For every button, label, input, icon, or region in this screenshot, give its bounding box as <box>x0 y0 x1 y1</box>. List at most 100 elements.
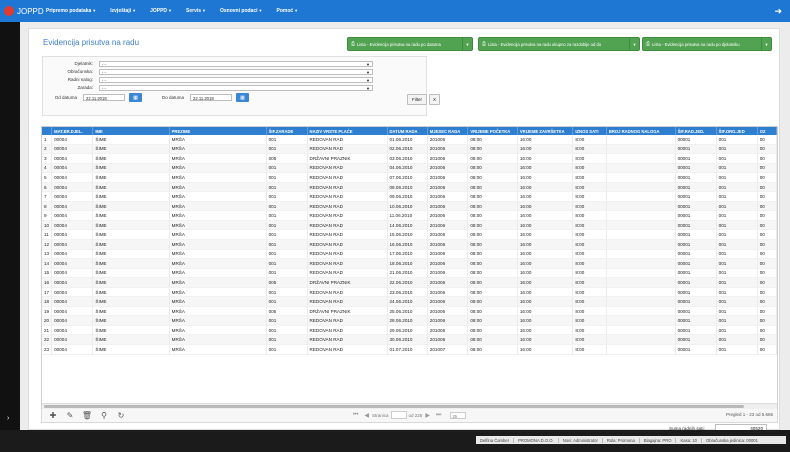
status-info-strip: Delfina Čamber PROMONA D.O.O. Novi: Admi… <box>476 436 786 444</box>
table-row[interactable]: 23 00004 ŠIME MRŠA 001 REDOVAN RAD 01.07.2010 2… <box>42 344 777 355</box>
grid-header-cell[interactable]: OZ <box>757 127 777 135</box>
table-row[interactable]: 15 00004 ŠIME MRŠA 001 REDOVAN RAD 21.06.2010 2… <box>42 268 777 279</box>
top-navbar: JOPPD Pripremo podataka▼ Izvještaji▼ JOP… <box>0 0 790 22</box>
table-cell: 00001 <box>675 239 717 250</box>
caret-down-icon[interactable]: ▼ <box>629 38 639 50</box>
scrollbar-thumb[interactable] <box>44 405 744 408</box>
menu-item-joppd[interactable]: JOPPD▼ <box>150 8 172 14</box>
table-cell: 001 <box>716 220 758 231</box>
table-cell <box>606 296 676 307</box>
table-cell: ŠIME <box>92 229 170 240</box>
grid-header-cell[interactable]: PREZIME <box>169 127 267 135</box>
table-row[interactable]: 2 00004 ŠIME MRŠA 001 REDOVAN RAD 02.06.2010 20… <box>42 144 777 155</box>
table-row[interactable]: 9 00004 ŠIME MRŠA 001 REDOVAN RAD 11.06.2010 20… <box>42 210 777 221</box>
refresh-icon[interactable]: ↻ <box>115 410 127 421</box>
table-cell: 201006 <box>427 163 469 174</box>
report-by-date-button[interactable]: ⎙ Lista - Evidencija prisutva na radu po… <box>347 37 473 51</box>
do-datuma-input[interactable]: 22.11.2018 <box>190 94 232 101</box>
table-row[interactable]: 19 00004 ŠIME MRŠA 005 DRŽAVNI PRAZNIK 25.06.2… <box>42 306 777 317</box>
first-page-icon[interactable]: ⏮ <box>353 412 358 419</box>
od-datuma-input[interactable]: 22.11.2018 <box>83 94 125 101</box>
radni-nalog-select[interactable]: - - ▼ <box>99 76 373 83</box>
last-page-icon[interactable]: ⏭ <box>436 412 441 419</box>
table-cell: MRŠA <box>169 229 267 240</box>
table-cell: 08.06.2010 <box>387 182 428 193</box>
grid-header-cell[interactable]: BROJ RADNOG NALOGA <box>606 127 676 135</box>
grid-header-cell[interactable]: IME <box>92 127 170 135</box>
radni-nalog-value: - - <box>102 77 106 83</box>
table-cell: 00001 <box>675 277 717 288</box>
menu-item-osnovni-podaci[interactable]: Osnovni podaci▼ <box>220 8 262 14</box>
search-icon[interactable]: ⚲ <box>98 410 110 421</box>
table-cell: 201006 <box>427 135 469 145</box>
grid-header-cell[interactable]: MJESEC RADA <box>427 127 469 135</box>
grid-header-cell[interactable]: DATUM RADA <box>387 127 428 135</box>
table-row[interactable]: 20 00004 ŠIME MRŠA 001 REDOVAN RAD 28.06.2010 2… <box>42 315 777 326</box>
grid-header-cell[interactable]: VRIJEME ZAVRŠETKA <box>517 127 574 135</box>
caret-down-icon[interactable]: ▼ <box>462 38 472 50</box>
table-row[interactable]: 14 00004 ŠIME MRŠA 001 REDOVAN RAD 18.06.2010 2… <box>42 258 777 269</box>
menu-item-servis[interactable]: Servis▼ <box>186 8 206 14</box>
report-by-employee-button[interactable]: ⎙ Lista - Evidencija prisutva na radu po… <box>642 37 772 51</box>
djelatnik-select[interactable]: - - ▼ <box>99 60 373 67</box>
table-cell: REDOVAN RAD <box>307 249 388 260</box>
table-row[interactable]: 10 00004 ŠIME MRŠA 001 REDOVAN RAD 14.06.2010 2… <box>42 220 777 231</box>
table-cell: 00001 <box>675 344 717 355</box>
table-row[interactable]: 3 00004 ŠIME MRŠA 005 DRŽAVNI PRAZNIK 03.06.20… <box>42 153 777 164</box>
grid-header-cell[interactable]: ŠIF.ORG.JED <box>716 127 758 135</box>
table-row[interactable]: 17 00004 ŠIME MRŠA 001 REDOVAN RAD 23.06.2010 2… <box>42 287 777 298</box>
table-cell: 201006 <box>427 334 469 346</box>
table-cell: 8:00 <box>572 182 607 193</box>
delete-icon[interactable]: 🗑 <box>81 410 93 421</box>
table-row[interactable]: 7 00004 ŠIME MRŠA 001 REDOVAN RAD 09.06.2010 20… <box>42 191 777 202</box>
table-cell: 001 <box>266 334 308 346</box>
page-number-input[interactable] <box>390 411 407 419</box>
calendar-icon: ▦ <box>240 94 245 101</box>
clear-filter-button[interactable]: X <box>429 94 440 105</box>
table-row[interactable]: 18 00004 ŠIME MRŠA 001 REDOVAN RAD 24.06.2010 2… <box>42 296 777 307</box>
table-cell: 001 <box>716 172 758 183</box>
table-cell: ŠIME <box>92 325 170 336</box>
app-logo[interactable]: JOPPD <box>4 5 44 17</box>
table-row[interactable]: 5 00004 ŠIME MRŠA 001 REDOVAN RAD 07.06.2010 20… <box>42 172 777 183</box>
table-row[interactable]: 13 00004 ŠIME MRŠA 001 REDOVAN RAD 17.06.2010 2… <box>42 249 777 260</box>
grid-header-cell[interactable]: NAZIV VRSTE PLAĆE <box>307 127 388 135</box>
report-by-date-label: Lista - Evidencija prisutva na radu po d… <box>357 41 441 47</box>
sidebar-expand-icon[interactable]: › <box>7 415 9 422</box>
edit-icon[interactable]: ✎ <box>64 410 76 421</box>
table-row[interactable]: 11 00004 ŠIME MRŠA 001 REDOVAN RAD 15.06.2010 2… <box>42 229 777 240</box>
grid-header-cell[interactable]: IZNOS SATI <box>572 127 607 135</box>
add-icon[interactable]: ✚ <box>47 410 59 421</box>
menu-item-pomoc[interactable]: Pomoć▼ <box>276 8 298 14</box>
table-row[interactable]: 22 00004 ŠIME MRŠA 001 REDOVAN RAD 30.06.2010 2… <box>42 334 777 346</box>
rows-per-page-select[interactable]: 25 <box>450 411 467 419</box>
filter-button[interactable]: Filter <box>407 94 427 105</box>
logout-icon[interactable]: ➜ <box>774 6 782 16</box>
table-cell: 00 <box>757 172 777 183</box>
do-datuma-calendar-button[interactable]: ▦ <box>236 93 249 102</box>
grid-header-cell[interactable]: VRIJEME POČETKA <box>467 127 518 135</box>
next-page-icon[interactable]: ▶ <box>425 412 430 419</box>
table-cell: 08:00 <box>467 210 518 221</box>
table-row[interactable]: 6 00004 ŠIME MRŠA 001 REDOVAN RAD 08.06.2010 20… <box>42 182 777 193</box>
table-cell: 00004 <box>51 325 94 336</box>
table-row[interactable]: 12 00004 ŠIME MRŠA 001 REDOVAN RAD 16.06.2010 2… <box>42 239 777 250</box>
menu-item-pripremo-podataka[interactable]: Pripremo podataka▼ <box>46 8 96 14</box>
table-row[interactable]: 1 00004 ŠIME MRŠA 001 REDOVAN RAD 01.06.2010 20… <box>42 135 777 145</box>
table-row[interactable]: 8 00004 ŠIME MRŠA 001 REDOVAN RAD 10.06.2010 20… <box>42 201 777 212</box>
table-cell: 201006 <box>427 277 469 288</box>
table-row[interactable]: 16 00004 ŠIME MRŠA 005 DRŽAVNI PRAZNIK 22.06.2… <box>42 277 777 288</box>
grid-header-cell[interactable]: ŠIF.RAD.JED. <box>675 127 717 135</box>
zarada-select[interactable]: - - ▼ <box>99 84 373 91</box>
table-cell: 08:00 <box>467 325 518 336</box>
prev-page-icon[interactable]: ◀ <box>364 412 369 419</box>
caret-down-icon[interactable]: ▼ <box>761 38 771 50</box>
table-row[interactable]: 21 00004 ŠIME MRŠA 001 REDOVAN RAD 29.06.2010 2… <box>42 325 777 336</box>
obracunska-select[interactable]: - - ▼ <box>99 68 373 75</box>
menu-item-izvjestaji[interactable]: Izvještaji▼ <box>110 8 136 14</box>
report-total-period-button[interactable]: ⎙ Lista - Evidencija prisutva na radu uk… <box>478 37 640 51</box>
table-row[interactable]: 4 00004 ŠIME MRŠA 001 REDOVAN RAD 04.06.2010 20… <box>42 163 777 174</box>
grid-header-cell[interactable]: MAT.BR.DJEL. <box>51 127 94 135</box>
od-datuma-calendar-button[interactable]: ▦ <box>129 93 142 102</box>
grid-header-cell[interactable]: ŠIF.ZARADE <box>266 127 308 135</box>
